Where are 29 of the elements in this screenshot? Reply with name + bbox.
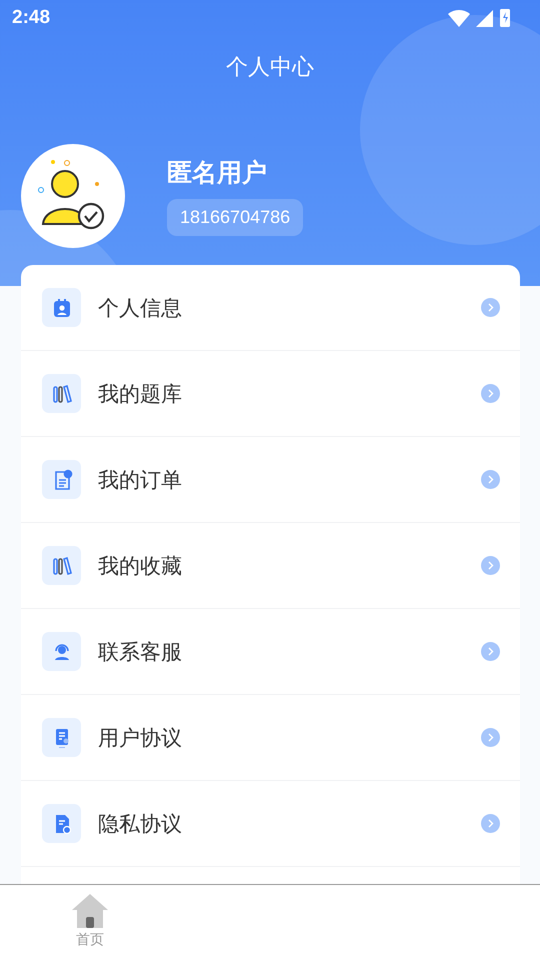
user-name: 匿名用户 xyxy=(167,157,267,189)
status-time: 2:48 xyxy=(12,7,50,29)
chevron-icon xyxy=(481,814,500,833)
home-icon xyxy=(71,893,109,929)
menu-item-icon xyxy=(42,632,81,671)
menu-item[interactable]: 用户协议 xyxy=(21,695,520,781)
menu-item-icon xyxy=(42,804,81,843)
menu-item[interactable]: 我的题库 xyxy=(21,351,520,437)
menu-item[interactable]: 我的收藏 xyxy=(21,523,520,609)
menu-item[interactable]: 我的订单 xyxy=(21,437,520,523)
battery-icon xyxy=(500,9,510,27)
chevron-icon xyxy=(481,556,500,575)
menu-item[interactable]: 联系客服 xyxy=(21,609,520,695)
menu-item[interactable]: 个人信息 xyxy=(21,265,520,351)
chevron-icon xyxy=(481,642,500,661)
signal-icon xyxy=(476,9,494,27)
menu-item-icon xyxy=(42,718,81,757)
phone-number: 18166704786 xyxy=(167,199,304,236)
menu-item[interactable]: 隐私协议 xyxy=(21,781,520,867)
page-title: 个人中心 xyxy=(225,54,315,82)
menu-item-icon xyxy=(42,460,81,499)
chevron-icon xyxy=(481,728,500,747)
menu-item-icon xyxy=(42,288,81,327)
menu-item-icon xyxy=(42,546,81,585)
chevron-icon xyxy=(481,470,500,489)
menu-item-icon xyxy=(42,374,81,413)
chevron-icon xyxy=(481,384,500,403)
chevron-icon xyxy=(481,298,500,317)
wifi-icon xyxy=(448,8,470,28)
